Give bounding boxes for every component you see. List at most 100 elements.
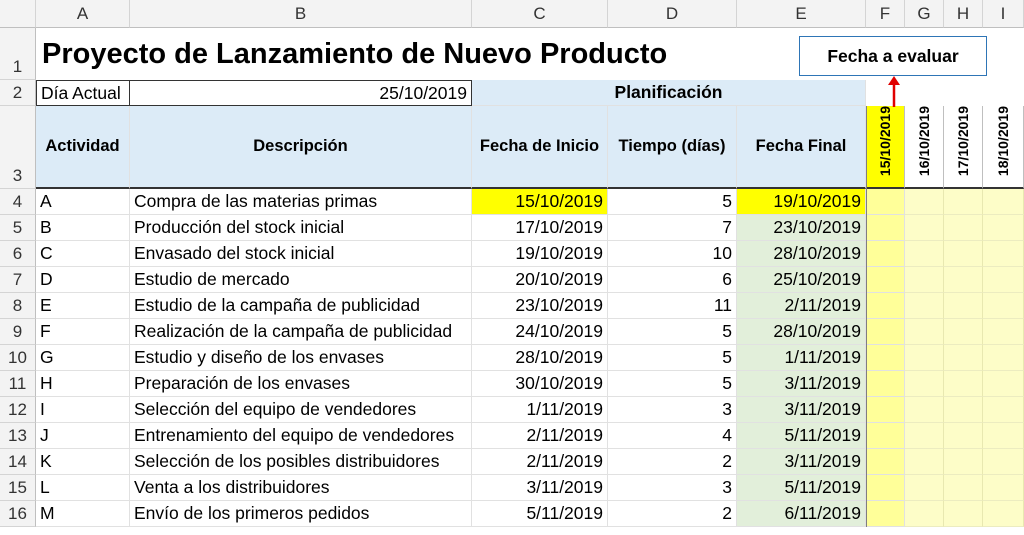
header-description[interactable]: Descripción (130, 106, 472, 189)
end-date-cell[interactable]: 6/11/2019 (737, 501, 866, 527)
activity-id-cell[interactable]: I (36, 397, 130, 423)
gantt-cell[interactable] (983, 423, 1024, 449)
start-date-cell[interactable]: 3/11/2019 (472, 475, 608, 501)
column-header-h[interactable]: H (944, 0, 983, 28)
column-header-g[interactable]: G (905, 0, 944, 28)
gantt-cell[interactable] (905, 267, 944, 293)
activity-id-cell[interactable]: J (36, 423, 130, 449)
activity-description-cell[interactable]: Selección de los posibles distribuidores (130, 449, 472, 475)
gantt-cell[interactable] (866, 449, 905, 475)
gantt-cell[interactable] (866, 423, 905, 449)
duration-cell[interactable]: 3 (608, 397, 737, 423)
dia-actual-value[interactable]: 25/10/2019 (130, 80, 472, 106)
column-header-c[interactable]: C (472, 0, 608, 28)
start-date-cell[interactable]: 20/10/2019 (472, 267, 608, 293)
start-date-cell[interactable]: 1/11/2019 (472, 397, 608, 423)
start-date-cell[interactable]: 30/10/2019 (472, 371, 608, 397)
gantt-cell[interactable] (983, 397, 1024, 423)
activity-id-cell[interactable]: E (36, 293, 130, 319)
fecha-a-evaluar-box[interactable]: Fecha a evaluar (799, 36, 987, 76)
activity-id-cell[interactable]: M (36, 501, 130, 527)
row-header-15[interactable]: 15 (0, 475, 36, 501)
gantt-cell[interactable] (866, 345, 905, 371)
activity-description-cell[interactable]: Envío de los primeros pedidos (130, 501, 472, 527)
duration-cell[interactable]: 10 (608, 241, 737, 267)
header-duration[interactable]: Tiempo (días) (608, 106, 737, 189)
column-header-e[interactable]: E (737, 0, 866, 28)
start-date-cell[interactable]: 15/10/2019 (472, 189, 608, 215)
row-header-12[interactable]: 12 (0, 397, 36, 423)
row-header-4[interactable]: 4 (0, 189, 36, 215)
planning-header[interactable]: Planificación (472, 80, 866, 106)
duration-cell[interactable]: 6 (608, 267, 737, 293)
gantt-cell[interactable] (944, 267, 983, 293)
gantt-cell[interactable] (983, 241, 1024, 267)
activity-id-cell[interactable]: H (36, 371, 130, 397)
gantt-cell[interactable] (983, 475, 1024, 501)
end-date-cell[interactable]: 2/11/2019 (737, 293, 866, 319)
gantt-cell[interactable] (944, 189, 983, 215)
row-header-8[interactable]: 8 (0, 293, 36, 319)
end-date-cell[interactable]: 5/11/2019 (737, 475, 866, 501)
activity-description-cell[interactable]: Envasado del stock inicial (130, 241, 472, 267)
gantt-cell[interactable] (905, 449, 944, 475)
gantt-cell[interactable] (866, 371, 905, 397)
activity-description-cell[interactable]: Entrenamiento del equipo de vendedores (130, 423, 472, 449)
timeline-date-header[interactable]: 17/10/2019 (944, 106, 983, 189)
gantt-cell[interactable] (905, 475, 944, 501)
duration-cell[interactable]: 2 (608, 501, 737, 527)
activity-id-cell[interactable]: B (36, 215, 130, 241)
gantt-cell[interactable] (905, 345, 944, 371)
duration-cell[interactable]: 11 (608, 293, 737, 319)
row-header-16[interactable]: 16 (0, 501, 36, 527)
row-header-2[interactable]: 2 (0, 80, 36, 106)
gantt-cell[interactable] (944, 345, 983, 371)
gantt-cell[interactable] (905, 423, 944, 449)
activity-description-cell[interactable]: Realización de la campaña de publicidad (130, 319, 472, 345)
gantt-cell[interactable] (905, 293, 944, 319)
start-date-cell[interactable]: 24/10/2019 (472, 319, 608, 345)
select-all-corner[interactable] (0, 0, 36, 28)
gantt-cell[interactable] (905, 501, 944, 527)
duration-cell[interactable]: 2 (608, 449, 737, 475)
activity-description-cell[interactable]: Compra de las materias primas (130, 189, 472, 215)
end-date-cell[interactable]: 19/10/2019 (737, 189, 866, 215)
activity-id-cell[interactable]: F (36, 319, 130, 345)
duration-cell[interactable]: 3 (608, 475, 737, 501)
end-date-cell[interactable]: 3/11/2019 (737, 371, 866, 397)
duration-cell[interactable]: 4 (608, 423, 737, 449)
row-header-6[interactable]: 6 (0, 241, 36, 267)
gantt-cell[interactable] (944, 475, 983, 501)
gantt-cell[interactable] (905, 397, 944, 423)
column-header-a[interactable]: A (36, 0, 130, 28)
gantt-cell[interactable] (983, 267, 1024, 293)
gantt-cell[interactable] (983, 319, 1024, 345)
dia-actual-label[interactable]: Día Actual (36, 80, 130, 106)
end-date-cell[interactable]: 23/10/2019 (737, 215, 866, 241)
gantt-cell[interactable] (905, 319, 944, 345)
duration-cell[interactable]: 5 (608, 319, 737, 345)
gantt-cell[interactable] (905, 241, 944, 267)
gantt-cell[interactable] (944, 293, 983, 319)
gantt-cell[interactable] (905, 215, 944, 241)
gantt-cell[interactable] (866, 319, 905, 345)
header-end[interactable]: Fecha Final (737, 106, 866, 189)
activity-description-cell[interactable]: Venta a los distribuidores (130, 475, 472, 501)
gantt-cell[interactable] (866, 267, 905, 293)
end-date-cell[interactable]: 28/10/2019 (737, 241, 866, 267)
gantt-cell[interactable] (944, 241, 983, 267)
duration-cell[interactable]: 5 (608, 371, 737, 397)
gantt-cell[interactable] (866, 241, 905, 267)
end-date-cell[interactable]: 3/11/2019 (737, 397, 866, 423)
gantt-cell[interactable] (866, 215, 905, 241)
start-date-cell[interactable]: 19/10/2019 (472, 241, 608, 267)
gantt-cell[interactable] (983, 189, 1024, 215)
end-date-cell[interactable]: 28/10/2019 (737, 319, 866, 345)
row-header-13[interactable]: 13 (0, 423, 36, 449)
gantt-cell[interactable] (983, 345, 1024, 371)
activity-id-cell[interactable]: A (36, 189, 130, 215)
activity-description-cell[interactable]: Estudio y diseño de los envases (130, 345, 472, 371)
row-header-5[interactable]: 5 (0, 215, 36, 241)
activity-id-cell[interactable]: K (36, 449, 130, 475)
row-header-11[interactable]: 11 (0, 371, 36, 397)
